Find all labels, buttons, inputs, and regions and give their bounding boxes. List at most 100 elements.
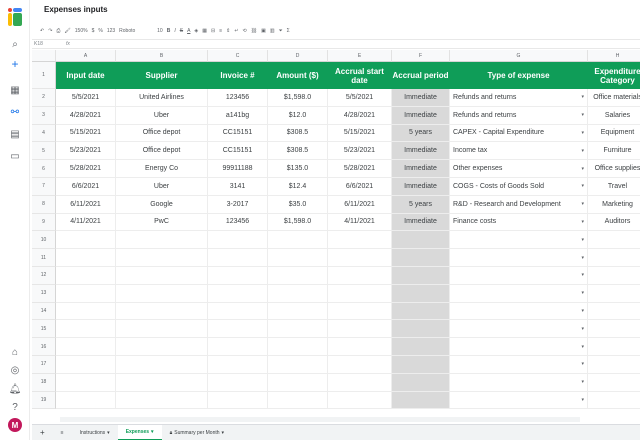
row-header[interactable]: 8 — [32, 195, 56, 214]
redo-icon[interactable]: ↷ — [48, 28, 52, 34]
table-cell[interactable] — [328, 267, 392, 285]
apps-grid-icon[interactable]: ▦ — [7, 82, 23, 98]
table-cell[interactable] — [392, 302, 450, 321]
table-cell[interactable] — [208, 302, 268, 321]
table-cell[interactable]: 123456 — [208, 89, 268, 107]
table-cell[interactable] — [208, 284, 268, 303]
table-cell[interactable] — [392, 249, 450, 267]
header-cell[interactable]: Invoice # — [208, 62, 268, 89]
table-cell[interactable] — [588, 320, 640, 339]
table-cell[interactable] — [328, 356, 392, 374]
dropdown-arrow-icon[interactable]: ▾ — [581, 290, 584, 296]
table-cell[interactable]: 5 years — [392, 124, 450, 143]
table-cell[interactable]: PwC — [116, 213, 208, 232]
dropdown-arrow-icon[interactable]: ▾ — [581, 326, 584, 332]
table-cell[interactable] — [116, 302, 208, 321]
dropdown-arrow-icon[interactable]: ▾ — [581, 379, 584, 385]
table-cell[interactable]: $1,598.0 — [268, 213, 328, 232]
table-cell[interactable]: 4/28/2021 — [328, 106, 392, 125]
italic-icon[interactable]: I — [174, 28, 175, 34]
tab-expenses[interactable]: Expenses ▾ — [117, 424, 162, 440]
dropdown-arrow-icon[interactable]: ▾ — [581, 201, 584, 207]
table-cell[interactable] — [208, 356, 268, 374]
table-cell[interactable]: ▾ — [450, 338, 588, 356]
table-cell[interactable] — [588, 392, 640, 410]
table-cell[interactable] — [588, 249, 640, 267]
tab-summary-per-month[interactable]: 🔒︎ Summary per Month ▾ — [162, 425, 232, 440]
notification-bell-icon[interactable]: 🔔︎ — [7, 381, 23, 397]
dropdown-arrow-icon[interactable]: ▾ — [581, 272, 584, 278]
table-cell[interactable] — [268, 338, 328, 356]
table-cell[interactable] — [56, 373, 116, 392]
table-cell[interactable] — [208, 373, 268, 392]
table-cell[interactable]: Immediate — [392, 89, 450, 107]
table-cell[interactable] — [56, 284, 116, 303]
spreadsheet-grid[interactable]: A B C D E F G H 1 2 3 4 5 6 7 8 9 10 11 12 13 14 15 16 17 18 19 Inp… — [32, 50, 640, 420]
table-cell[interactable]: Other expenses ▾ — [450, 160, 588, 178]
table-cell[interactable]: Finance costs ▾ — [450, 213, 588, 232]
table-cell[interactable] — [208, 231, 268, 250]
table-cell[interactable]: Equipment — [588, 125, 640, 143]
paint-format-icon[interactable]: 🖌︎ — [64, 28, 70, 34]
row-header[interactable]: 14 — [32, 302, 56, 321]
row-header[interactable]: 12 — [32, 267, 56, 285]
table-cell[interactable]: 5/23/2021 — [56, 142, 116, 161]
table-cell[interactable] — [208, 267, 268, 285]
table-cell[interactable]: 4/28/2021 — [56, 106, 116, 125]
table-cell[interactable] — [392, 373, 450, 392]
table-cell[interactable]: ▾ — [450, 302, 588, 321]
borders-icon[interactable]: ▦ — [202, 28, 207, 34]
table-cell[interactable]: Travel — [588, 178, 640, 196]
table-cell[interactable] — [328, 320, 392, 339]
home-icon[interactable]: ⌂ — [7, 344, 23, 360]
table-cell[interactable] — [116, 249, 208, 267]
table-cell[interactable] — [392, 320, 450, 339]
column-header-b[interactable]: B — [116, 50, 208, 62]
header-cell[interactable]: Accrual period — [392, 62, 450, 89]
all-sheets-icon[interactable]: ≡ — [53, 425, 72, 440]
filter-icon[interactable]: ⏷ — [279, 28, 283, 34]
table-cell[interactable] — [328, 302, 392, 321]
table-cell[interactable]: 99911188 — [208, 160, 268, 178]
table-cell[interactable]: Income tax ▾ — [450, 142, 588, 161]
table-cell[interactable] — [116, 373, 208, 392]
table-cell[interactable]: ▾ — [450, 284, 588, 303]
bold-icon[interactable]: B — [167, 28, 171, 34]
table-cell[interactable]: Immediate — [392, 160, 450, 178]
row-header[interactable]: 16 — [32, 338, 56, 356]
table-cell[interactable]: COGS - Costs of Goods Sold ▾ — [450, 178, 588, 196]
table-cell[interactable]: Marketing — [588, 196, 640, 214]
table-cell[interactable]: ▾ — [450, 356, 588, 374]
table-cell[interactable] — [328, 231, 392, 250]
table-cell[interactable] — [116, 267, 208, 285]
table-cell[interactable]: Office materials — [588, 89, 640, 107]
row-header[interactable]: 9 — [32, 213, 56, 232]
select-all-corner[interactable] — [32, 50, 56, 62]
table-cell[interactable]: Salaries — [588, 107, 640, 125]
merge-cells-icon[interactable]: ⊟ — [211, 28, 215, 34]
align-icon[interactable]: ≡ — [219, 28, 222, 34]
table-cell[interactable]: Uber — [116, 106, 208, 125]
fill-color-icon[interactable]: ◈ — [194, 28, 198, 34]
table-cell[interactable] — [268, 249, 328, 267]
table-cell[interactable] — [116, 231, 208, 250]
table-cell[interactable] — [268, 391, 328, 410]
undo-icon[interactable]: ↶ — [40, 28, 44, 34]
row-header[interactable]: 17 — [32, 356, 56, 374]
column-header-e[interactable]: E — [328, 50, 392, 62]
table-cell[interactable]: CC15151 — [208, 124, 268, 143]
table-cell[interactable]: CC15151 — [208, 142, 268, 161]
table-cell[interactable]: a141bg — [208, 106, 268, 125]
table-cell[interactable]: 5/23/2021 — [328, 142, 392, 161]
table-cell[interactable] — [392, 338, 450, 356]
table-cell[interactable] — [268, 231, 328, 250]
formula-bar[interactable]: K18 fx — [32, 39, 640, 49]
row-header[interactable]: 11 — [32, 249, 56, 267]
table-cell[interactable]: Refunds and returns ▾ — [450, 106, 588, 125]
table-cell[interactable]: $12.0 — [268, 106, 328, 125]
row-header[interactable]: 13 — [32, 284, 56, 303]
table-cell[interactable]: $308.5 — [268, 124, 328, 143]
table-cell[interactable] — [116, 338, 208, 356]
table-cell[interactable] — [56, 356, 116, 374]
table-cell[interactable]: Office depot — [116, 124, 208, 143]
